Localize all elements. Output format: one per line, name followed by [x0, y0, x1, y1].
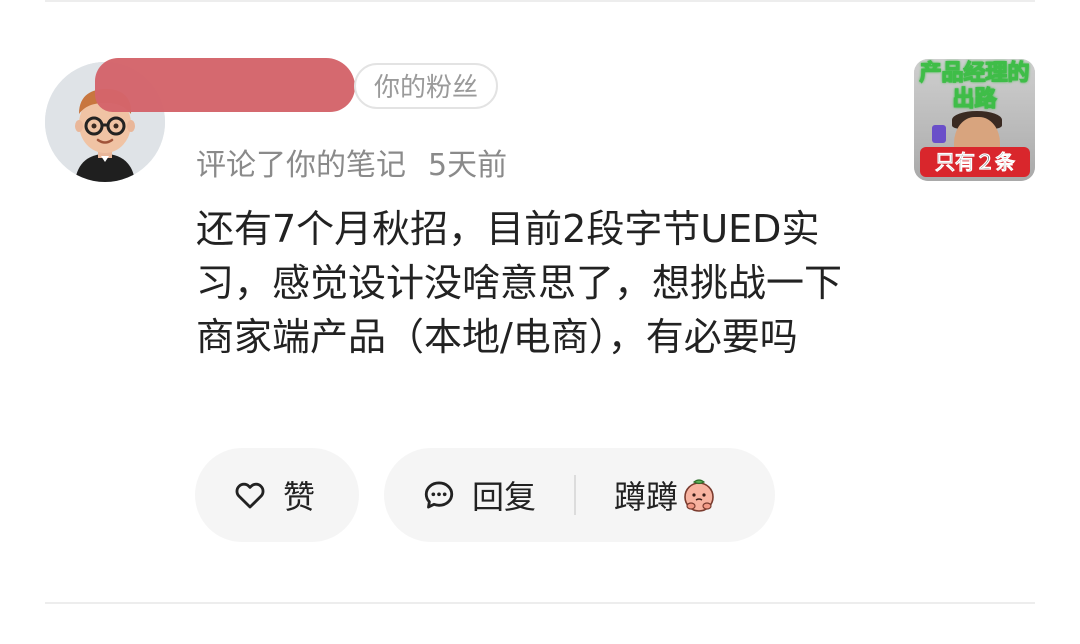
reply-button[interactable]: 回复: [472, 472, 536, 518]
heart-outline-icon: [233, 478, 267, 512]
timestamp: 5天前: [428, 148, 508, 183]
like-button[interactable]: 赞: [195, 448, 359, 542]
comment-content[interactable]: 还有7个月秋招，目前2段字节UED实习，感觉设计没啥意思了，想挑战一下商家端产品…: [196, 202, 876, 364]
thumbnail-footer: 只有２条: [920, 147, 1030, 177]
bottom-divider: [45, 602, 1035, 604]
like-label: 赞: [283, 478, 316, 516]
reply-actions: 回复 蹲蹲: [384, 448, 775, 542]
thumbnail-title: 产品经理的出路: [919, 60, 1030, 112]
note-thumbnail[interactable]: 产品经理的出路 只有２条: [914, 59, 1035, 181]
action-text: 评论了你的笔记: [196, 148, 406, 183]
chat-bubble-icon: [422, 478, 456, 512]
action-separator: [574, 475, 577, 515]
sticker-reply-button[interactable]: 蹲蹲: [614, 472, 678, 518]
redacted-username: [95, 58, 355, 112]
thumbnail-decoration: [932, 125, 946, 143]
top-divider: [45, 0, 1035, 2]
fan-badge: 你的粉丝: [354, 63, 499, 109]
notification-meta: 评论了你的笔记 5天前: [196, 140, 507, 184]
peach-sticker-icon: [682, 476, 716, 514]
